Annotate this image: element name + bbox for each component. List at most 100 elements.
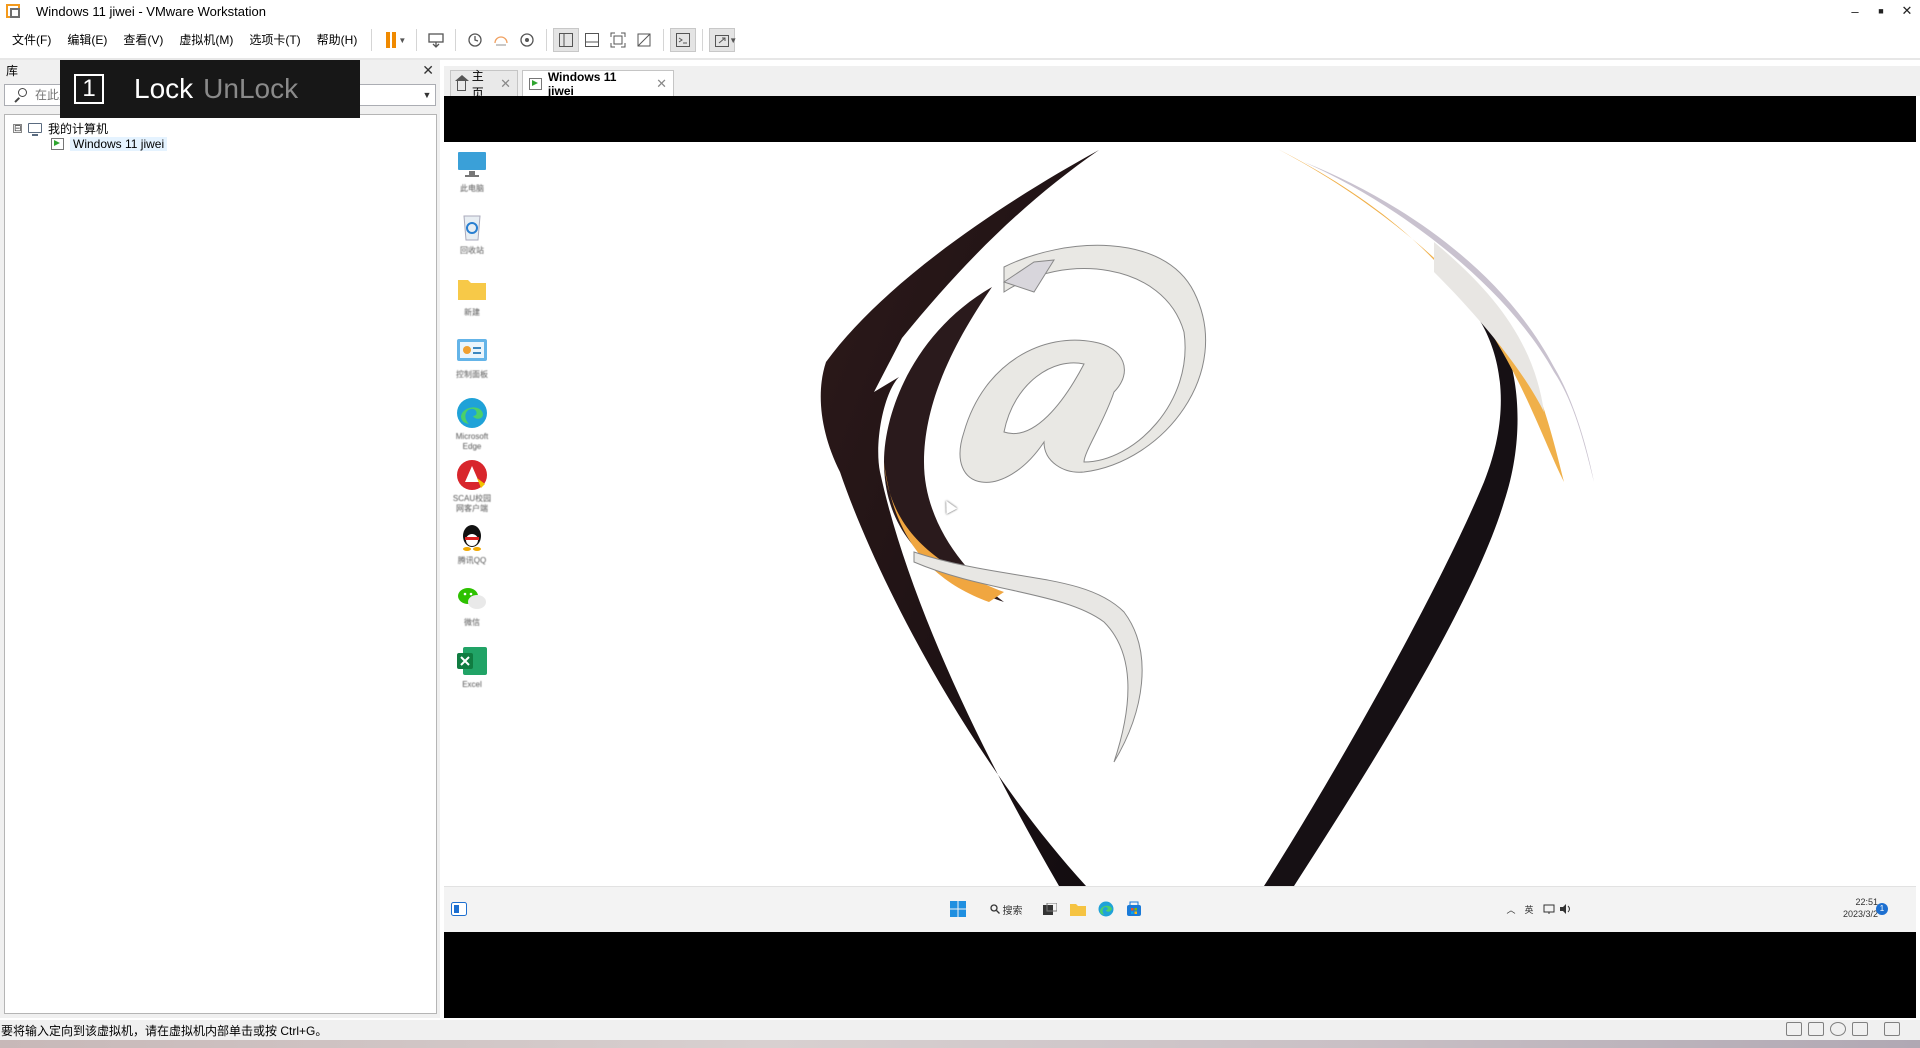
message-log-icon[interactable] [1884,1022,1900,1036]
usb-controller-icon[interactable] [1852,1022,1868,1036]
folder-icon [458,280,486,300]
library-tree: ⊟ 我的计算机 Windows 11 jiwei [4,114,437,1014]
vmware-app-icon[interactable] [6,4,20,18]
vm-running-icon [51,138,64,150]
wechat-icon [458,588,486,609]
desktop-icon-label: 微信 [464,618,480,627]
snapshot-manager-button[interactable] [514,28,540,52]
unity-button[interactable] [631,28,657,52]
lock-button[interactable]: Lock [134,73,193,105]
vm-console[interactable]: 此电脑 回收站 新建 控制面板 Microsoft Edge SCAU校园网客户… [444,96,1916,1018]
library-close-icon[interactable]: ✕ [422,62,434,79]
lock-overlay: 1 Lock UnLock [60,60,360,118]
clock-time: 22:51 [1855,897,1878,907]
tree-item-vm[interactable]: Windows 11 jiwei [51,135,168,153]
widgets-button[interactable] [451,899,467,919]
send-ctrl-alt-del-button[interactable] [423,28,449,52]
title-bar: Windows 11 jiwei - VMware Workstation – … [0,0,1920,22]
tab-bar: 主页 ✕ Windows 11 jiwei ✕ [444,66,1920,100]
computer-icon [28,123,42,136]
clock-date: 2023/3/2 [1842,909,1878,919]
desktop-icon-edge[interactable]: Microsoft Edge [450,396,494,452]
send-ctrl-alt-del-icon [428,33,444,48]
menu-file[interactable]: 文件(F) [4,26,59,54]
tray-network-volume[interactable] [1542,899,1574,919]
tab-home[interactable]: 主页 ✕ [450,69,518,100]
desktop-icon-campus-client[interactable]: SCAU校园网客户端 [450,458,494,514]
status-bar: 要将输入定向到该虚拟机，请在虚拟机内部单击或按 Ctrl+G。 [0,1020,1920,1040]
desktop-icon-new-folder[interactable]: 新建 [450,272,494,318]
task-view-button[interactable] [1040,899,1060,919]
host-desktop-strip [0,1040,1920,1048]
desktop-icon-qq[interactable]: 腾讯QQ [450,520,494,566]
library-title: 库 [6,63,19,78]
device-status-icons [1786,1022,1900,1036]
vm-screen[interactable]: 此电脑 回收站 新建 控制面板 Microsoft Edge SCAU校园网客户… [444,142,1916,932]
revert-snapshot-button[interactable] [488,28,514,52]
desktop-icon-wechat[interactable]: 微信 [450,582,494,628]
tray-overflow-button[interactable]: ︿ [1504,899,1518,919]
unlock-button[interactable]: UnLock [203,73,298,105]
vm-taskbar: 搜索 ︿ 英 22:51 2023/3/2 1 [444,886,1916,932]
console-view-button[interactable] [670,28,697,52]
campus-client-icon [457,460,487,490]
taskbar-clock[interactable]: 22:51 2023/3/2 [1843,896,1878,920]
menu-edit[interactable]: 编辑(E) [59,26,115,54]
menu-vm[interactable]: 虚拟机(M) [171,26,241,54]
windows-start-icon [950,901,966,917]
menu-help[interactable]: 帮助(H) [309,26,366,54]
store-button[interactable] [1124,899,1144,919]
snapshot-button[interactable] [462,28,488,52]
pause-dropdown-icon[interactable]: ▼ [398,36,406,45]
desktop-icon-excel[interactable]: Excel [450,644,494,690]
edge-icon [457,398,487,428]
search-icon [13,88,27,102]
notification-button[interactable]: 1 [1876,899,1888,919]
desktop-icon-label: 此电脑 [460,184,484,193]
menu-tabs[interactable]: 选项卡(T) [241,26,308,54]
close-button[interactable]: ✕ [1894,0,1920,22]
show-library-icon [559,33,574,47]
toolbar-separator [416,29,418,51]
library-panel: 库 ✕ ▼ ⊟ 我的计算机 Windows 11 jiwei [0,60,440,1018]
hard-disk-icon[interactable] [1786,1022,1802,1036]
show-library-button[interactable] [553,28,580,52]
console-icon [676,33,691,47]
tab-vm[interactable]: Windows 11 jiwei ✕ [522,70,674,98]
file-explorer-icon [1070,904,1086,916]
search-icon [989,904,1000,914]
desktop-icon-label: 新建 [464,308,480,317]
taskbar-edge-button[interactable] [1096,899,1116,919]
microsoft-store-icon [1127,901,1141,916]
minimize-button[interactable]: – [1842,0,1868,22]
fullscreen-button[interactable] [605,28,631,52]
desktop-icon-control-panel[interactable]: 控制面板 [450,334,494,380]
desktop-icon-label: 回收站 [460,246,484,255]
cd-dvd-icon[interactable] [1808,1022,1824,1036]
toolbar-separator [455,29,457,51]
collapse-icon[interactable]: ⊟ [13,123,22,133]
qq-icon [463,525,481,551]
excel-icon [457,647,487,675]
desktop-icon-recycle-bin[interactable]: 回收站 [450,210,494,256]
start-button[interactable] [948,899,968,919]
file-explorer-button[interactable] [1068,899,1088,919]
toolbar-separator [702,29,704,51]
maximize-button[interactable]: ■ [1868,0,1894,22]
thumbnail-bar-button[interactable] [579,28,605,52]
menu-view[interactable]: 查看(V) [115,26,171,54]
network-adapter-icon[interactable] [1830,1022,1846,1036]
ime-label: 英 [1524,904,1534,915]
search-dropdown-icon[interactable]: ▼ [419,90,435,100]
desktop-icon-label: Excel [462,680,482,689]
close-icon[interactable]: ✕ [656,76,667,92]
monitor-icon [458,152,486,177]
window-controls: – ■ ✕ [1842,0,1920,22]
desktop-icon-this-pc[interactable]: 此电脑 [450,148,494,194]
close-icon[interactable]: ✕ [500,76,511,92]
stretch-dropdown-icon[interactable]: ▼ [729,36,737,45]
desktop-icon-label: SCAU校园网客户端 [452,494,492,513]
status-message: 要将输入定向到该虚拟机，请在虚拟机内部单击或按 Ctrl+G。 [1,1023,328,1038]
ime-indicator[interactable]: 英 [1522,899,1536,919]
taskbar-search-button[interactable]: 搜索 [982,899,1030,919]
